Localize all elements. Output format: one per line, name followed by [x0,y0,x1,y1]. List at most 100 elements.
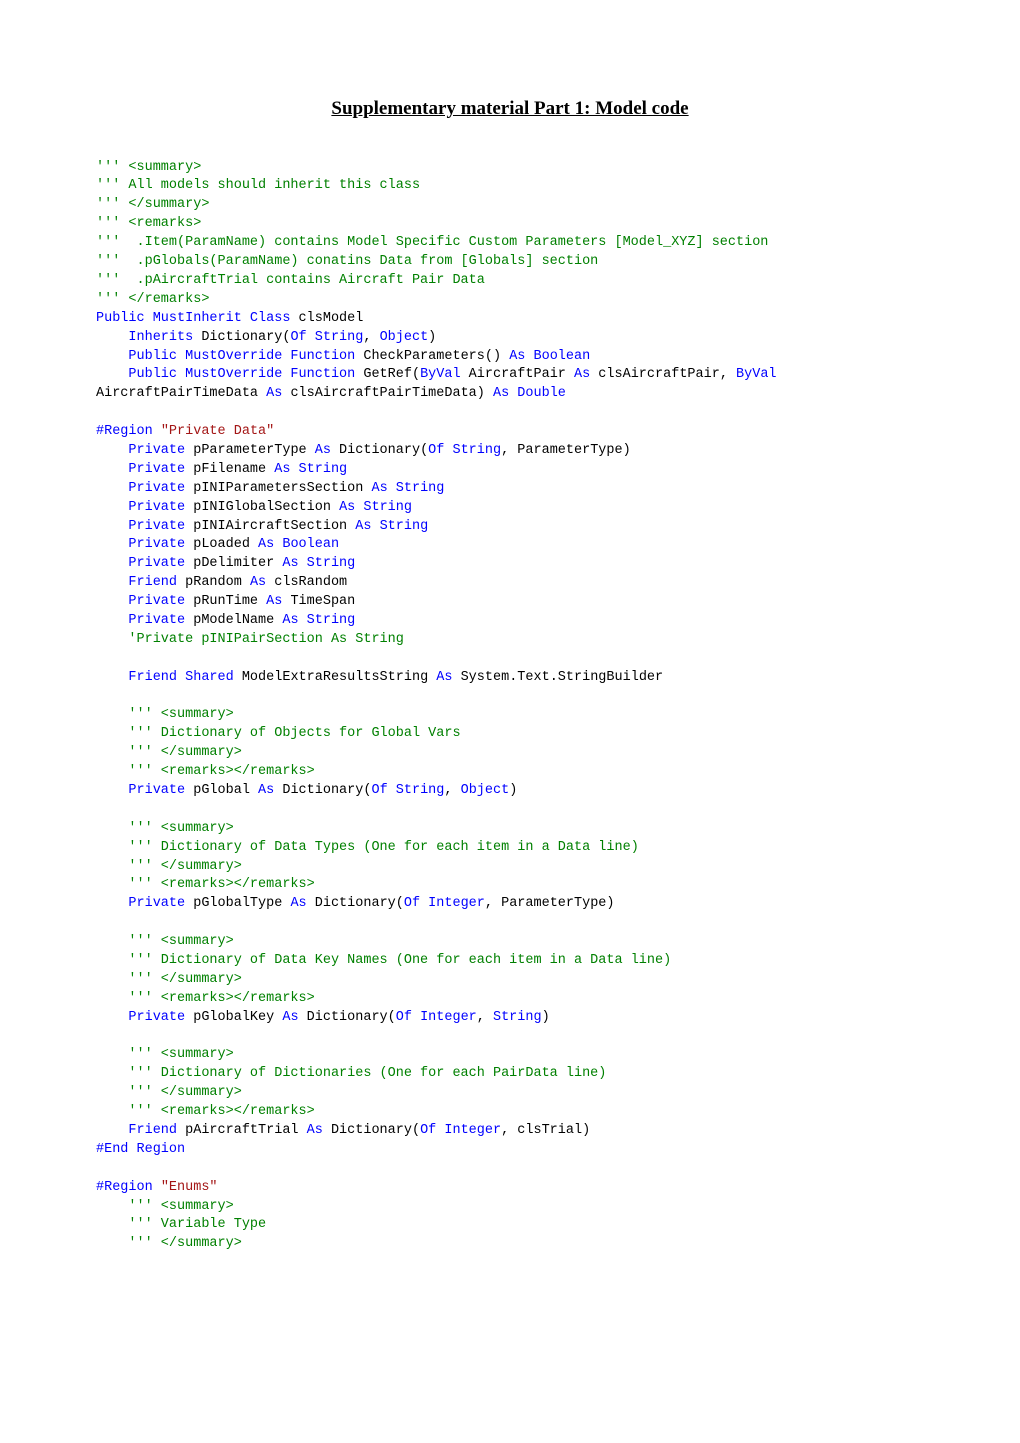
code-token [96,500,128,515]
code-token [96,481,128,496]
code-token: GetRef( [355,367,420,382]
code-token: Of String [428,443,501,458]
code-token: As String [355,519,428,534]
code-token: String [493,1010,542,1025]
code-token: , [363,330,379,345]
code-token: #Region [96,1180,153,1195]
code-token: 'Private pINIPairSection As String [128,632,403,647]
code-token: Private [128,500,185,515]
code-token: As [307,1123,323,1138]
code-token: As Boolean [509,349,590,364]
code-token: pGlobal [185,783,258,798]
code-token [96,632,128,647]
page-title: Supplementary material Part 1: Model cod… [96,96,924,123]
code-token: ModelExtraResultsString [234,670,437,685]
code-token: pINIParametersSection [185,481,371,496]
code-token: ByVal [736,367,777,382]
code-token: ''' <summary> ''' Dictionary of Data Key… [96,934,671,1006]
code-token: Of String [371,783,444,798]
code-token: Private [128,443,185,458]
code-token: pINIGlobalSection [185,500,339,515]
code-token: As String [339,500,412,515]
code-token: Private [128,481,185,496]
code-token: pGlobalKey [185,1010,282,1025]
code-token: "Private Data" [161,424,274,439]
code-token [96,783,128,798]
code-token: Of Integer [420,1123,501,1138]
code-token: Private [128,519,185,534]
code-token: Of Integer [396,1010,477,1025]
code-token: pParameterType [185,443,315,458]
code-token: Dictionary( [193,330,290,345]
code-token: Private [128,556,185,571]
code-token [96,443,128,458]
code-token: Of String [290,330,363,345]
code-token: Object [461,783,510,798]
code-token: "Enums" [161,1180,218,1195]
code-token [96,1199,128,1214]
code-token: Friend [128,1123,177,1138]
code-token: As [266,594,282,609]
code-token [96,896,128,911]
code-token: Public MustInherit Class [96,311,290,326]
code-token: As [282,1010,298,1025]
code-token: As String [274,462,347,477]
code-token: Public MustOverride Function [128,367,355,382]
code-token: Private [128,462,185,477]
code-token [96,537,128,552]
code-token: As [250,575,266,590]
code-token: Private [128,537,185,552]
code-token: pDelimiter [185,556,282,571]
code-token: AircraftPair [461,367,574,382]
code-token [96,575,128,590]
code-token: pLoaded [185,537,258,552]
code-token: Object [380,330,429,345]
code-token: As [315,443,331,458]
code-token: As Double [493,386,566,401]
code-token [96,556,128,571]
code-token [96,670,128,685]
code-token: Private [128,896,185,911]
code-token: ''' <summary> ''' Dictionary of Data Typ… [96,821,639,893]
code-token: pRunTime [185,594,266,609]
code-token [153,1180,161,1195]
code-token: pModelName [185,613,282,628]
code-token: pFilename [185,462,274,477]
code-token: pAircraftTrial [177,1123,307,1138]
code-token: pRandom [177,575,250,590]
code-token: #Region [96,424,153,439]
code-token: clsAircraftPair, [590,367,736,382]
code-token: As [290,896,306,911]
code-token: CheckParameters() [355,349,509,364]
code-token: clsAircraftPairTimeData) [282,386,493,401]
code-token: As String [282,613,355,628]
code-token: ByVal [420,367,461,382]
code-token: #End Region [96,1142,185,1157]
code-token: Friend [128,575,177,590]
code-token: , [477,1010,493,1025]
code-token [96,1123,128,1138]
code-token: As [266,386,282,401]
code-token: pGlobalType [185,896,290,911]
code-token: As String [282,556,355,571]
code-token: Inherits [128,330,193,345]
code-token: , clsTrial) [501,1123,590,1138]
code-token: , [444,783,460,798]
code-token: ''' <summary> ''' All models should inhe… [96,160,768,307]
code-token [96,367,128,382]
code-token: As String [371,481,444,496]
code-token: ''' <summary> ''' Dictionary of Objects … [96,707,461,779]
code-token [153,424,161,439]
code-token: Friend Shared [128,670,233,685]
code-token: As [436,670,452,685]
code-token: Public MustOverride Function [128,349,355,364]
code-token: Dictionary( [331,443,428,458]
code-token: Private [128,594,185,609]
code-token: Dictionary( [299,1010,396,1025]
code-token: pINIAircraftSection [185,519,355,534]
code-token: Dictionary( [323,1123,420,1138]
code-token: As [258,783,274,798]
code-token: Of Integer [404,896,485,911]
code-token: Private [128,1010,185,1025]
code-token [96,1010,128,1025]
